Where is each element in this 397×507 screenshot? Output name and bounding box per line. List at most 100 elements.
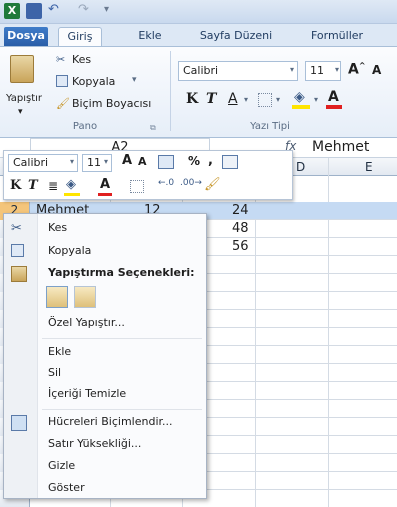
paste-icon: [11, 266, 27, 282]
title-bar: X ↶ ↷ ▾: [0, 0, 397, 24]
mini-grow-font-icon[interactable]: A: [122, 153, 132, 168]
mini-font-color-icon[interactable]: A: [100, 177, 110, 192]
menu-item-hide-label: Gizle: [48, 459, 76, 472]
paste-option-formatting-icon[interactable]: [46, 286, 68, 308]
mini-bold-button[interactable]: K: [10, 178, 21, 193]
cell-c2[interactable]: 24: [232, 202, 249, 219]
menu-item-paste-special[interactable]: Özel Yapıştır...: [4, 313, 206, 335]
tab-file[interactable]: Dosya: [4, 27, 48, 46]
customize-qat-icon[interactable]: ▾: [104, 3, 120, 19]
mini-increase-decimal-icon[interactable]: ←.0: [158, 178, 174, 188]
format-painter-button[interactable]: Biçim Boyacısı: [72, 97, 151, 110]
mini-italic-button[interactable]: T: [28, 178, 38, 193]
menu-separator: [42, 338, 202, 339]
mini-borders-icon[interactable]: [130, 180, 144, 193]
paste-icon[interactable]: [10, 55, 34, 83]
cell-c4[interactable]: 56: [232, 238, 249, 255]
tab-insert[interactable]: Ekle: [130, 27, 170, 46]
formula-input[interactable]: Mehmet: [312, 138, 369, 156]
ribbon-tabs: Dosya Giriş Ekle Sayfa Düzeni Formüller: [0, 24, 397, 46]
tab-home[interactable]: Giriş: [58, 27, 102, 46]
redo-icon[interactable]: ↷: [78, 3, 94, 19]
shrink-font-icon[interactable]: A: [372, 63, 381, 77]
menu-item-unhide[interactable]: Göster: [4, 478, 206, 500]
font-group-label: Yazı Tipi: [250, 121, 290, 132]
menu-separator: [42, 409, 202, 410]
font-color-icon[interactable]: A: [328, 89, 339, 105]
mini-align-center-icon[interactable]: ≣: [48, 179, 58, 193]
mini-shrink-font-icon[interactable]: A: [138, 155, 147, 168]
mini-format-painter-icon[interactable]: 🖌: [204, 177, 221, 192]
fill-color-dropdown-icon[interactable]: ▾: [314, 95, 318, 104]
mini-size-dropdown-icon[interactable]: ▾: [104, 157, 108, 166]
borders-icon[interactable]: [258, 93, 272, 107]
mini-accounting-format-icon[interactable]: [158, 155, 174, 169]
menu-item-copy-label: Kopyala: [48, 244, 92, 257]
copy-dropdown-icon[interactable]: ▾: [132, 75, 137, 85]
cut-button[interactable]: Kes: [72, 53, 91, 66]
copy-icon: [11, 244, 24, 257]
menu-item-insert-label: Ekle: [48, 345, 72, 358]
tab-page-layout[interactable]: Sayfa Düzeni: [196, 27, 276, 46]
menu-item-row-height[interactable]: Satır Yüksekliği...: [4, 434, 206, 456]
format-cells-icon: [11, 415, 27, 431]
menu-paste-options-label: Yapıştırma Seçenekleri:: [48, 266, 195, 279]
mini-font-name-combo[interactable]: Calibri: [8, 154, 78, 172]
italic-button[interactable]: T: [206, 91, 216, 107]
format-painter-icon: 🖌: [56, 97, 70, 110]
paste-button[interactable]: Yapıştır: [6, 93, 42, 104]
ribbon: Yapıştır ▾ ✂ Kes Kopyala ▾ 🖌 Biçim Boyac…: [0, 46, 397, 138]
fill-color-icon[interactable]: ◈: [294, 89, 305, 105]
save-icon[interactable]: [26, 3, 42, 19]
font-size-dropdown-icon[interactable]: ▾: [335, 65, 339, 74]
borders-dropdown-icon[interactable]: ▾: [276, 95, 280, 104]
mini-font-color-swatch: [98, 193, 112, 196]
cut-icon: ✂: [56, 53, 66, 66]
group-separator: [170, 51, 171, 131]
menu-item-copy[interactable]: Kopyala: [4, 241, 206, 263]
clipboard-group-label: Pano: [72, 121, 98, 132]
menu-item-insert[interactable]: Ekle: [4, 342, 206, 364]
menu-item-delete[interactable]: Sil: [4, 363, 206, 385]
mini-toolbar: Calibri ▾ 11 ▾ A A % , K T ≣ ◈ A ←.0 .00…: [3, 150, 293, 200]
mini-fill-color-swatch: [64, 193, 80, 196]
column-header-e[interactable]: E: [365, 160, 373, 174]
menu-item-delete-label: Sil: [48, 366, 62, 379]
font-name-combo[interactable]: Calibri: [178, 61, 298, 81]
menu-item-format-cells-label: Hücreleri Biçimlendir...: [48, 415, 173, 428]
mini-decrease-decimal-icon[interactable]: .00→: [180, 178, 202, 188]
fill-color-swatch: [292, 105, 310, 109]
copy-button[interactable]: Kopyala: [72, 75, 115, 88]
mini-format-icon[interactable]: [222, 155, 238, 169]
menu-item-clear-label: İçeriği Temizle: [48, 387, 127, 400]
paste-option-values-icon[interactable]: [74, 286, 96, 308]
menu-item-paste-special-label: Özel Yapıştır...: [48, 316, 125, 329]
font-color-swatch: [326, 105, 342, 109]
mini-font-dropdown-icon[interactable]: ▾: [70, 157, 74, 166]
menu-item-cut[interactable]: ✂ Kes: [4, 218, 206, 240]
undo-icon[interactable]: ↶: [48, 3, 64, 19]
menu-item-format-cells[interactable]: Hücreleri Biçimlendir...: [4, 412, 206, 434]
mini-percent-button[interactable]: %: [188, 154, 200, 168]
cell-c3[interactable]: 48: [232, 220, 249, 237]
grow-font-icon[interactable]: A^: [348, 61, 366, 78]
menu-item-clear-contents[interactable]: İçeriği Temizle: [4, 384, 206, 406]
menu-item-cut-label: Kes: [48, 221, 68, 234]
tab-formulas[interactable]: Formüller: [302, 27, 372, 46]
context-menu: ✂ Kes Kopyala Yapıştırma Seçenekleri: Öz…: [3, 213, 207, 499]
cut-icon: ✂: [11, 221, 22, 236]
mini-fill-color-icon[interactable]: ◈: [66, 177, 76, 192]
menu-item-paste-options: Yapıştırma Seçenekleri:: [4, 263, 206, 285]
clipboard-launcher-icon[interactable]: ⧉: [150, 123, 156, 133]
paste-dropdown-icon[interactable]: ▾: [18, 107, 23, 117]
menu-item-hide[interactable]: Gizle: [4, 456, 206, 478]
underline-dropdown-icon[interactable]: ▾: [244, 95, 248, 104]
menu-item-unhide-label: Göster: [48, 481, 85, 494]
bold-button[interactable]: K: [186, 91, 198, 107]
font-name-dropdown-icon[interactable]: ▾: [290, 65, 294, 74]
underline-button[interactable]: A: [228, 91, 238, 107]
mini-comma-button[interactable]: ,: [208, 153, 213, 168]
excel-logo-icon: X: [4, 3, 20, 19]
menu-item-row-height-label: Satır Yüksekliği...: [48, 437, 142, 450]
column-header-d[interactable]: D: [296, 160, 305, 174]
